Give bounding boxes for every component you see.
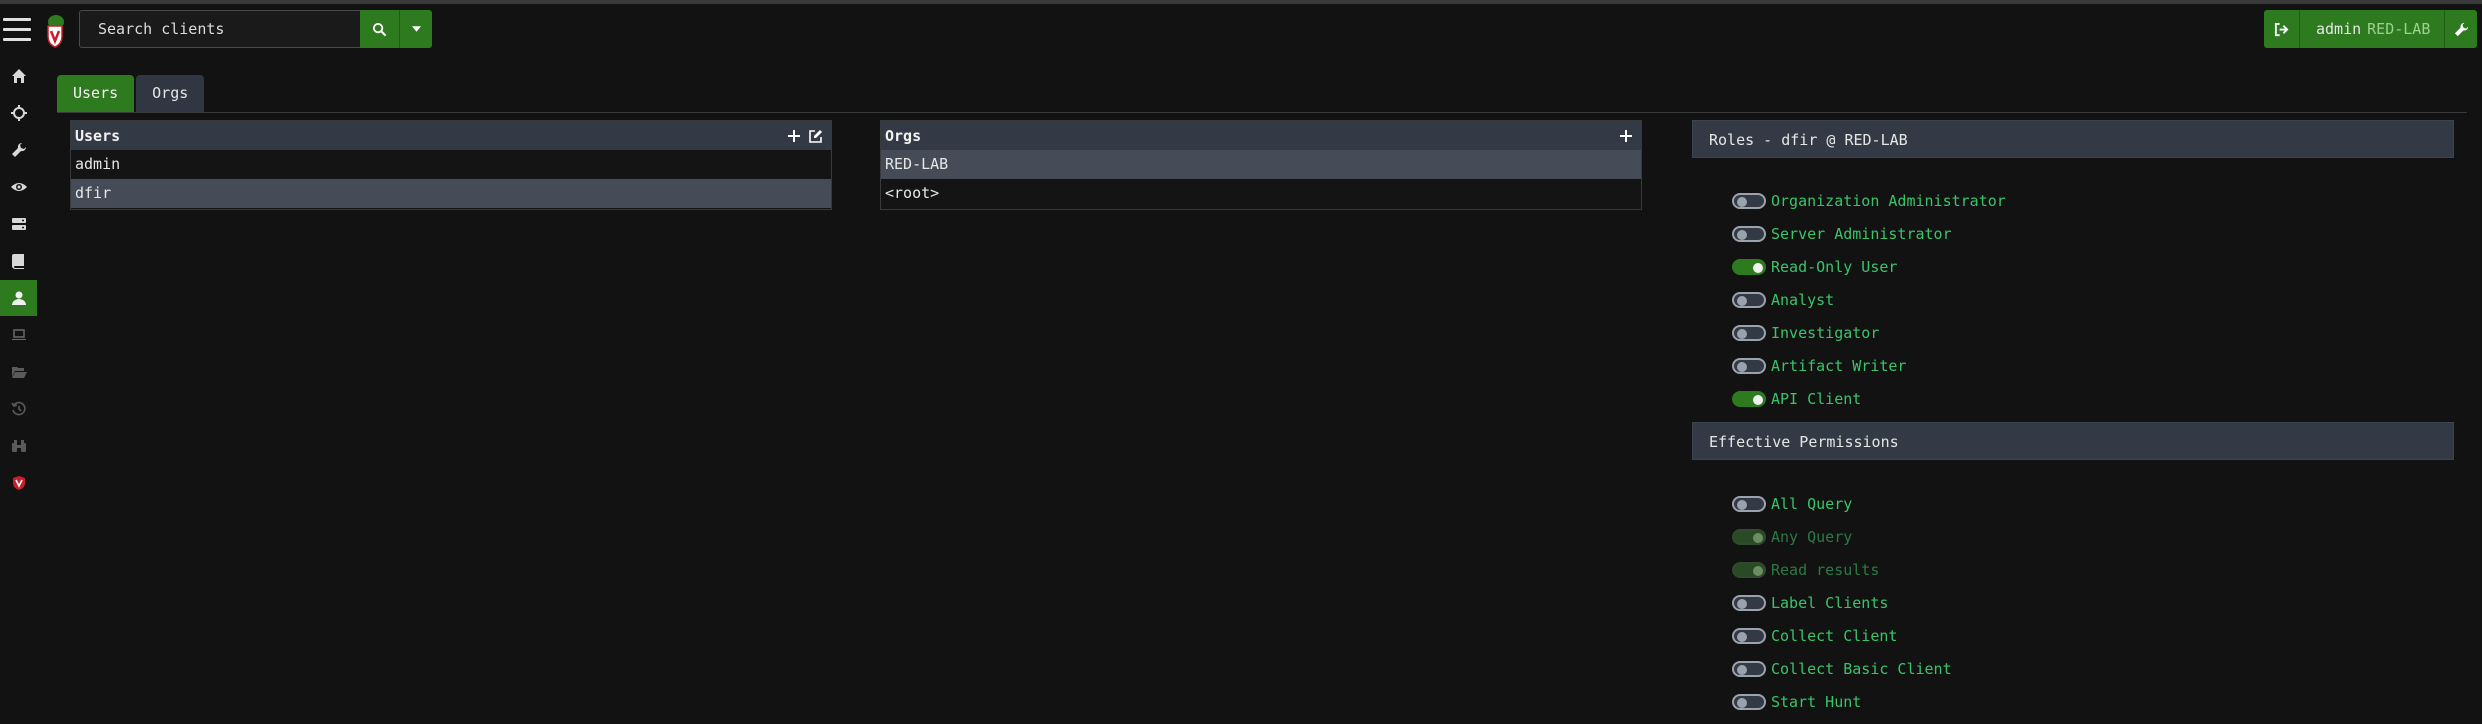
perm-any-query: Any Query xyxy=(1732,526,1852,548)
toggle-switch[interactable] xyxy=(1732,259,1766,275)
org-row-root[interactable]: <root> xyxy=(881,179,1641,208)
caret-down-icon xyxy=(411,26,421,32)
wrench-icon xyxy=(2454,22,2468,36)
velociraptor-logo[interactable] xyxy=(42,14,68,48)
role-analyst[interactable]: Analyst xyxy=(1732,289,1834,311)
role-label: API Client xyxy=(1771,390,1862,408)
role-label: Investigator xyxy=(1771,324,1880,342)
orgs-panel: Orgs RED-LAB <root> xyxy=(880,120,1642,210)
top-strip xyxy=(0,0,2482,4)
toggle-switch xyxy=(1732,529,1766,545)
perm-read-results: Read results xyxy=(1732,559,1879,581)
org-row-red-lab[interactable]: RED-LAB xyxy=(881,150,1641,179)
role-label: Read-Only User xyxy=(1771,258,1898,276)
roles-header: Roles - dfir @ RED-LAB xyxy=(1692,120,2454,158)
user-toolbar: admin RED-LAB xyxy=(2264,10,2478,48)
permission-label: All Query xyxy=(1771,495,1853,513)
permission-label: Any Query xyxy=(1771,528,1853,546)
role-organization-administrator[interactable]: Organization Administrator xyxy=(1732,190,2006,212)
tab-bar: Users Orgs xyxy=(57,75,206,112)
plus-icon xyxy=(1620,129,1632,142)
orgs-panel-header: Orgs xyxy=(881,121,1641,150)
role-label: Artifact Writer xyxy=(1771,357,1907,375)
tab-users[interactable]: Users xyxy=(57,75,135,112)
eye-icon[interactable] xyxy=(0,169,37,205)
wrench-icon[interactable] xyxy=(0,132,37,168)
toggle-switch[interactable] xyxy=(1732,391,1766,407)
edit-user-button[interactable] xyxy=(805,125,827,147)
role-server-administrator[interactable]: Server Administrator xyxy=(1732,223,1952,245)
search-options-dropdown[interactable] xyxy=(400,10,432,48)
server-icon[interactable] xyxy=(0,206,37,242)
role-label: Organization Administrator xyxy=(1771,192,2006,210)
users-panel-header: Users xyxy=(71,121,831,150)
logout-button[interactable] xyxy=(2264,10,2300,48)
orgs-panel-title: Orgs xyxy=(885,126,922,145)
user-row-admin[interactable]: admin xyxy=(71,150,831,179)
edit-icon xyxy=(809,129,822,143)
velociraptor-shield-icon[interactable] xyxy=(0,465,37,501)
role-label: Analyst xyxy=(1771,291,1835,309)
add-org-button[interactable] xyxy=(1615,125,1637,147)
users-panel-title: Users xyxy=(75,126,121,145)
toggle-switch[interactable] xyxy=(1732,628,1766,644)
search-icon xyxy=(372,22,387,36)
home-icon[interactable] xyxy=(0,58,37,94)
effective-permissions-header: Effective Permissions xyxy=(1692,422,2454,460)
toggle-switch[interactable] xyxy=(1732,661,1766,677)
perm-collect-client[interactable]: Collect Client xyxy=(1732,625,1897,647)
history-icon[interactable] xyxy=(0,391,37,427)
add-user-button[interactable] xyxy=(783,125,805,147)
user-org-button[interactable]: admin RED-LAB xyxy=(2300,10,2446,48)
permission-label: Collect Basic Client xyxy=(1771,660,1952,678)
sidebar xyxy=(0,4,37,724)
toggle-switch xyxy=(1732,562,1766,578)
perm-label-clients[interactable]: Label Clients xyxy=(1732,592,1888,614)
toggle-switch[interactable] xyxy=(1732,325,1766,341)
tab-divider xyxy=(57,112,2467,113)
search-input[interactable] xyxy=(79,10,360,48)
users-panel: Users admin dfir xyxy=(70,120,832,210)
perm-collect-basic-client[interactable]: Collect Basic Client xyxy=(1732,658,1952,680)
perm-all-query[interactable]: All Query xyxy=(1732,493,1852,515)
binoculars-icon[interactable] xyxy=(0,428,37,464)
toggle-switch[interactable] xyxy=(1732,358,1766,374)
permission-label: Label Clients xyxy=(1771,594,1889,612)
role-artifact-writer[interactable]: Artifact Writer xyxy=(1732,355,1906,377)
toggle-switch[interactable] xyxy=(1732,694,1766,710)
org-label: RED-LAB xyxy=(2367,20,2431,38)
role-label: Server Administrator xyxy=(1771,225,1952,243)
plus-icon xyxy=(788,129,800,142)
toggle-switch[interactable] xyxy=(1732,292,1766,308)
crosshair-icon[interactable] xyxy=(0,95,37,131)
sign-out-icon xyxy=(2274,22,2289,36)
role-read-only-user[interactable]: Read-Only User xyxy=(1732,256,1897,278)
laptop-icon[interactable] xyxy=(0,317,37,353)
role-api-client[interactable]: API Client xyxy=(1732,388,1861,410)
permission-label: Collect Client xyxy=(1771,627,1898,645)
toggle-switch[interactable] xyxy=(1732,496,1766,512)
folder-open-icon[interactable] xyxy=(0,354,37,390)
tab-orgs[interactable]: Orgs xyxy=(136,75,205,112)
permission-label: Read results xyxy=(1771,561,1880,579)
perm-start-hunt[interactable]: Start Hunt xyxy=(1732,691,1861,713)
username-label: admin xyxy=(2316,20,2362,38)
toggle-switch[interactable] xyxy=(1732,193,1766,209)
user-settings-button[interactable] xyxy=(2445,10,2478,48)
role-investigator[interactable]: Investigator xyxy=(1732,322,1879,344)
search-button[interactable] xyxy=(360,10,400,48)
user-icon[interactable] xyxy=(0,280,37,316)
toggle-switch[interactable] xyxy=(1732,226,1766,242)
hamburger-menu-icon[interactable] xyxy=(3,18,31,42)
permission-label: Start Hunt xyxy=(1771,693,1862,711)
user-row-dfir[interactable]: dfir xyxy=(71,179,831,208)
book-icon[interactable] xyxy=(0,243,37,279)
toggle-switch[interactable] xyxy=(1732,595,1766,611)
